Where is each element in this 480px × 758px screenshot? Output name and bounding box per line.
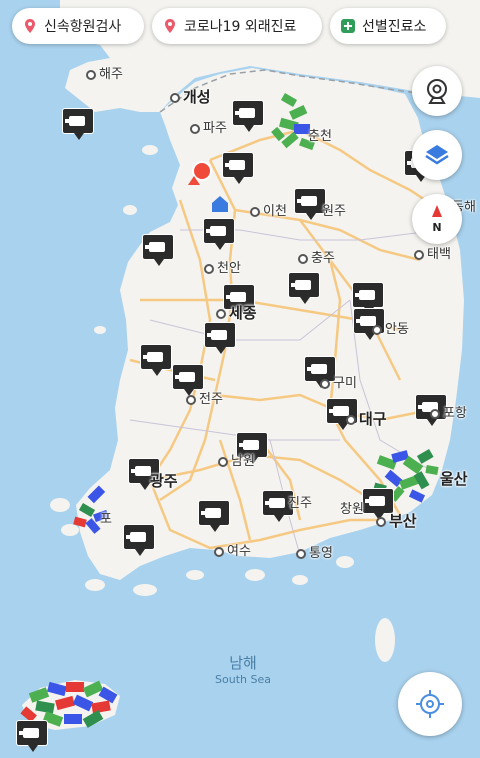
city-label: 세종 xyxy=(216,302,257,323)
city-label: 춘천 xyxy=(308,129,332,144)
cctv-marker[interactable] xyxy=(352,282,384,314)
filter-chip-label: 신속항원검사 xyxy=(44,19,122,35)
city-label: 대구 xyxy=(346,408,387,429)
city-label: 남원 xyxy=(218,450,255,469)
city-label: 부산 xyxy=(376,510,417,531)
filter-chip-screening-clinic[interactable]: 선별진료소 xyxy=(330,8,446,44)
city-label: 구미 xyxy=(320,372,357,391)
cctv-marker[interactable] xyxy=(142,234,174,266)
filter-chip-label: 선별진료소 xyxy=(362,19,427,35)
city-label: 해주 xyxy=(86,63,123,82)
filter-chip-covid-outpatient[interactable]: 코로나19 외래진료 xyxy=(152,8,322,44)
pin-icon xyxy=(165,19,175,33)
current-location-marker xyxy=(192,161,212,181)
city-label: 포항 xyxy=(430,402,467,421)
layers-button[interactable] xyxy=(412,130,462,180)
city-label: 여수 xyxy=(214,540,251,559)
cctv-marker[interactable] xyxy=(172,364,204,396)
city-label: 충주 xyxy=(298,247,335,266)
city-label: 이천 xyxy=(250,200,287,219)
cctv-marker[interactable] xyxy=(288,272,320,304)
city-label: 창원 xyxy=(340,502,364,517)
city-label: 파주 xyxy=(190,117,227,136)
city-label: 안동 xyxy=(372,318,409,337)
sea-label: 남해 South Sea xyxy=(215,654,271,686)
plus-icon xyxy=(341,19,355,33)
cctv-marker[interactable] xyxy=(203,218,235,250)
cctv-marker[interactable] xyxy=(140,344,172,376)
crosshair-icon xyxy=(416,690,444,718)
webcam-icon xyxy=(427,79,447,104)
cctv-view-button[interactable] xyxy=(412,66,462,116)
pin-icon xyxy=(25,19,35,33)
my-location-button[interactable] xyxy=(398,672,462,736)
filter-chip-label: 코로나19 외래진료 xyxy=(184,19,297,35)
filter-chip-rapid-antigen-test[interactable]: 신속항원검사 xyxy=(12,8,144,44)
cctv-marker[interactable] xyxy=(198,500,230,532)
cctv-marker[interactable] xyxy=(222,152,254,184)
city-label: 전주 xyxy=(186,388,223,407)
cctv-marker[interactable] xyxy=(62,108,94,140)
city-label: 울산 xyxy=(440,470,468,488)
layers-icon xyxy=(425,145,449,165)
city-label: 태백 xyxy=(414,243,451,262)
cctv-marker[interactable] xyxy=(204,322,236,354)
cctv-marker[interactable] xyxy=(123,524,155,556)
city-label: 천안 xyxy=(204,257,241,276)
city-label: 포 xyxy=(100,512,112,527)
compass-button[interactable]: N xyxy=(412,194,462,244)
city-label: 광주 xyxy=(150,472,178,490)
cctv-marker[interactable] xyxy=(232,100,264,132)
svg-text:N: N xyxy=(432,221,441,234)
city-label: 통영 xyxy=(296,542,333,561)
city-label: 원주 xyxy=(322,204,346,219)
city-label: 진주 xyxy=(288,496,312,511)
compass-icon: N xyxy=(432,205,442,234)
cctv-marker[interactable] xyxy=(16,720,48,752)
city-label: 개성 xyxy=(170,86,211,107)
